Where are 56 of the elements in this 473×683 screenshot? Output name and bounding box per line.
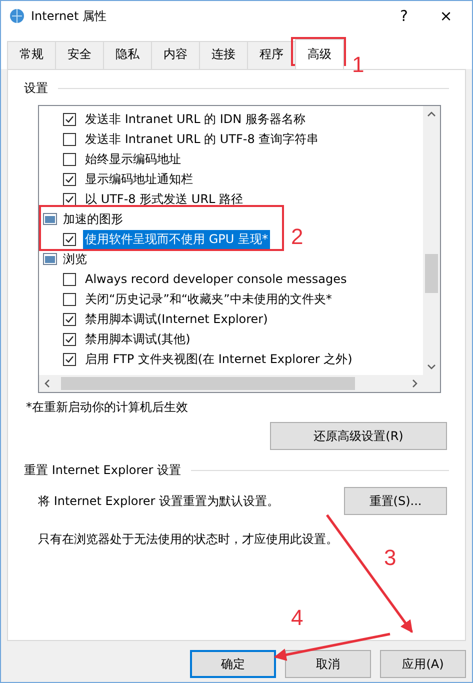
checkbox[interactable] [63, 272, 76, 286]
scrollbar[interactable] [423, 106, 440, 375]
tab[interactable]: 常规 [7, 41, 56, 69]
setting-label[interactable]: 发送非 Intranet URL 的 UTF-8 查询字符串 [83, 130, 321, 148]
reset-description: 将 Internet Explorer 设置重置为默认设置。 [38, 492, 280, 510]
checkbox[interactable] [63, 352, 76, 366]
setting-label[interactable]: 关闭“历史记录”和“收藏夹”中未使用的文件夹* [83, 290, 334, 308]
setting-label[interactable]: 禁用脚本调试(其他) [83, 330, 192, 348]
scrollbar[interactable] [39, 375, 423, 392]
tab[interactable]: 程序 [247, 41, 296, 69]
setting-label[interactable]: 禁用脚本调试(Internet Explorer) [83, 310, 270, 328]
checkbox[interactable] [63, 112, 76, 126]
tab[interactable]: 高级 [295, 39, 344, 69]
tab[interactable]: 内容 [151, 41, 200, 69]
step-number: 4 [291, 605, 304, 631]
restart-note: *在重新启动你的计算机后生效 [26, 399, 189, 416]
scroll-thumb[interactable] [425, 254, 438, 293]
reset-button[interactable]: 重置(S)... [344, 487, 447, 515]
tab[interactable]: 连接 [199, 41, 248, 69]
highlight-frame [291, 37, 346, 66]
help-button[interactable]: ? [386, 7, 422, 25]
setting-label[interactable]: Always record developer console messages [83, 271, 349, 287]
category-label: 加速的图形 [63, 210, 123, 228]
checkbox[interactable] [63, 332, 76, 346]
folder-icon [43, 213, 57, 225]
dialog-button[interactable]: 应用(A) [380, 650, 466, 678]
checkbox[interactable] [63, 132, 76, 146]
setting-label[interactable]: 以 UTF-8 形式发送 URL 路径 [83, 190, 246, 208]
restore-button[interactable]: 还原高级设置(R) [270, 422, 447, 450]
scroll-thumb[interactable] [61, 377, 355, 390]
window-title: Internet 属性 [31, 8, 108, 24]
setting-label[interactable]: 使用软件呈现而不使用 GPU 呈现* [83, 230, 270, 248]
setting-label[interactable]: 始终显示编码地址 [83, 150, 183, 168]
step-number: 1 [352, 52, 364, 78]
checkbox[interactable] [63, 292, 76, 306]
tab[interactable]: 安全 [55, 41, 104, 69]
folder-icon [43, 253, 57, 265]
dialog-button[interactable]: 确定 [190, 650, 276, 678]
reset-warning: 只有在浏览器处于无法使用的状态时，才应使用此设置。 [38, 531, 339, 548]
group-title: 设置 [24, 80, 48, 97]
setting-label[interactable]: 发送非 Intranet URL 的 IDN 服务器名称 [83, 110, 308, 128]
step-number: 2 [291, 224, 304, 250]
checkbox[interactable] [63, 172, 76, 186]
category-label: 浏览 [63, 250, 87, 268]
checkbox[interactable] [63, 152, 76, 166]
checkbox[interactable] [63, 232, 76, 246]
checkbox[interactable] [63, 192, 76, 206]
group-title: 重置 Internet Explorer 设置 [24, 462, 182, 479]
step-number: 3 [384, 545, 396, 571]
tab[interactable]: 隐私 [103, 41, 152, 69]
checkbox[interactable] [63, 312, 76, 326]
close-button[interactable]: × [428, 7, 464, 25]
globe-icon [9, 8, 25, 24]
setting-label[interactable]: 启用 FTP 文件夹视图(在 Internet Explorer 之外) [83, 350, 354, 368]
dialog-button[interactable]: 取消 [285, 650, 371, 678]
setting-label[interactable]: 显示编码地址通知栏 [83, 170, 195, 188]
